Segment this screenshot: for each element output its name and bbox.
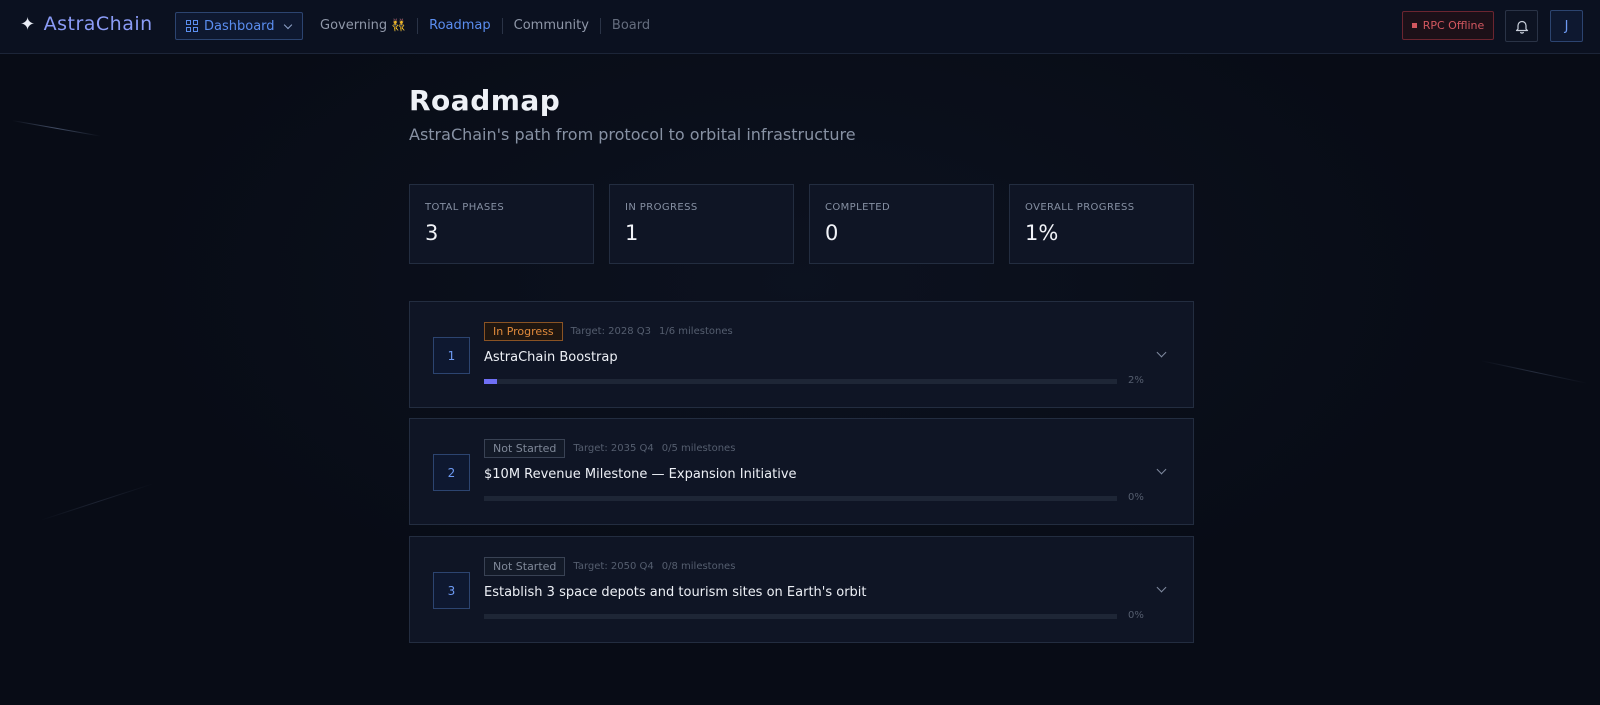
sparkle-icon: ✦ [20,13,36,35]
phase-title: Establish 3 space depots and tourism sit… [484,585,867,600]
phase-meta: Not Started Target: 2035 Q4 0/5 mileston… [484,439,735,458]
status-badge: Not Started [484,439,566,458]
background-streak [39,482,155,521]
progress-bar-fill [484,379,497,384]
page-title: Roadmap [409,84,561,117]
chevron-down-icon [283,20,292,29]
stat-label: IN PROGRESS [625,202,698,213]
stat-card-completed: COMPLETED 0 [809,184,994,264]
brand-name: AstraChain [43,13,153,35]
phase-target: Target: 2035 Q4 [573,443,654,454]
background-streak [1479,360,1588,384]
stat-card-total-phases: TOTAL PHASES 3 [409,184,594,264]
stat-card-in-progress: IN PROGRESS 1 [609,184,794,264]
chevron-down-icon[interactable] [1156,347,1167,358]
phase-card-2[interactable]: 2 Not Started Target: 2035 Q4 0/5 milest… [409,418,1194,525]
status-badge: In Progress [484,322,563,341]
page-subtitle: AstraChain's path from protocol to orbit… [409,125,856,144]
brand-logo[interactable]: ✦ AstraChain [20,13,153,35]
rpc-status-label: RPC Offline [1422,19,1485,32]
phase-card-3[interactable]: 3 Not Started Target: 2050 Q4 0/8 milest… [409,536,1194,643]
phase-milestones: 0/5 milestones [661,443,736,454]
chevron-down-icon[interactable] [1156,582,1167,593]
progress-percent: 0% [1128,610,1144,621]
dashboard-label: Dashboard [204,18,275,34]
phase-target: Target: 2050 Q4 [573,561,654,572]
stat-value: 1 [625,221,639,245]
phase-title: AstraChain Boostrap [484,350,618,365]
progress-percent: 2% [1128,375,1144,386]
phase-card-1[interactable]: 1 In Progress Target: 2028 Q3 1/6 milest… [409,301,1194,408]
phase-target: Target: 2028 Q3 [570,326,652,337]
people-icon: 👯 [391,18,407,32]
progress-bar [484,379,1117,384]
phase-milestones: 0/8 milestones [661,561,736,572]
progress-bar [484,496,1117,501]
nav-item-board[interactable]: Board [599,17,661,34]
stat-label: TOTAL PHASES [425,202,505,213]
stat-value: 3 [425,221,439,245]
avatar[interactable]: J [1550,10,1583,42]
background-streak [11,120,101,137]
dashboard-dropdown-button[interactable]: Dashboard [175,12,303,40]
phase-number: 2 [433,454,470,491]
chevron-down-icon[interactable] [1156,464,1167,475]
stat-card-overall-progress: OVERALL PROGRESS 1% [1009,184,1194,264]
stat-label: OVERALL PROGRESS [1025,202,1135,213]
notifications-button[interactable] [1505,10,1538,42]
status-badge: Not Started [484,557,566,576]
progress-bar [484,614,1117,619]
stat-value: 0 [825,221,839,245]
main-nav: Governing 👯 Roadmap Community Board [320,17,661,34]
stat-label: COMPLETED [825,202,891,213]
nav-item-governing[interactable]: Governing 👯 [320,17,417,34]
nav-item-roadmap[interactable]: Roadmap [417,17,502,34]
top-bar: ✦ AstraChain Dashboard Governing 👯 Roadma… [0,0,1600,54]
stat-value: 1% [1025,221,1059,245]
phase-meta: In Progress Target: 2028 Q3 1/6 mileston… [484,322,733,341]
grid-icon [186,20,198,32]
phase-title: $10M Revenue Milestone — Expansion Initi… [484,467,797,482]
bell-icon [1515,20,1528,34]
rpc-status-badge[interactable]: RPC Offline [1402,11,1494,40]
phase-number: 1 [433,337,470,374]
progress-percent: 0% [1128,492,1144,503]
status-dot-icon [1411,23,1417,28]
phase-milestones: 1/6 milestones [659,326,733,337]
phase-meta: Not Started Target: 2050 Q4 0/8 mileston… [484,557,735,576]
nav-item-community[interactable]: Community [501,17,600,34]
phase-number: 3 [433,572,470,609]
stats-row: TOTAL PHASES 3 IN PROGRESS 1 COMPLETED 0… [409,184,1194,264]
